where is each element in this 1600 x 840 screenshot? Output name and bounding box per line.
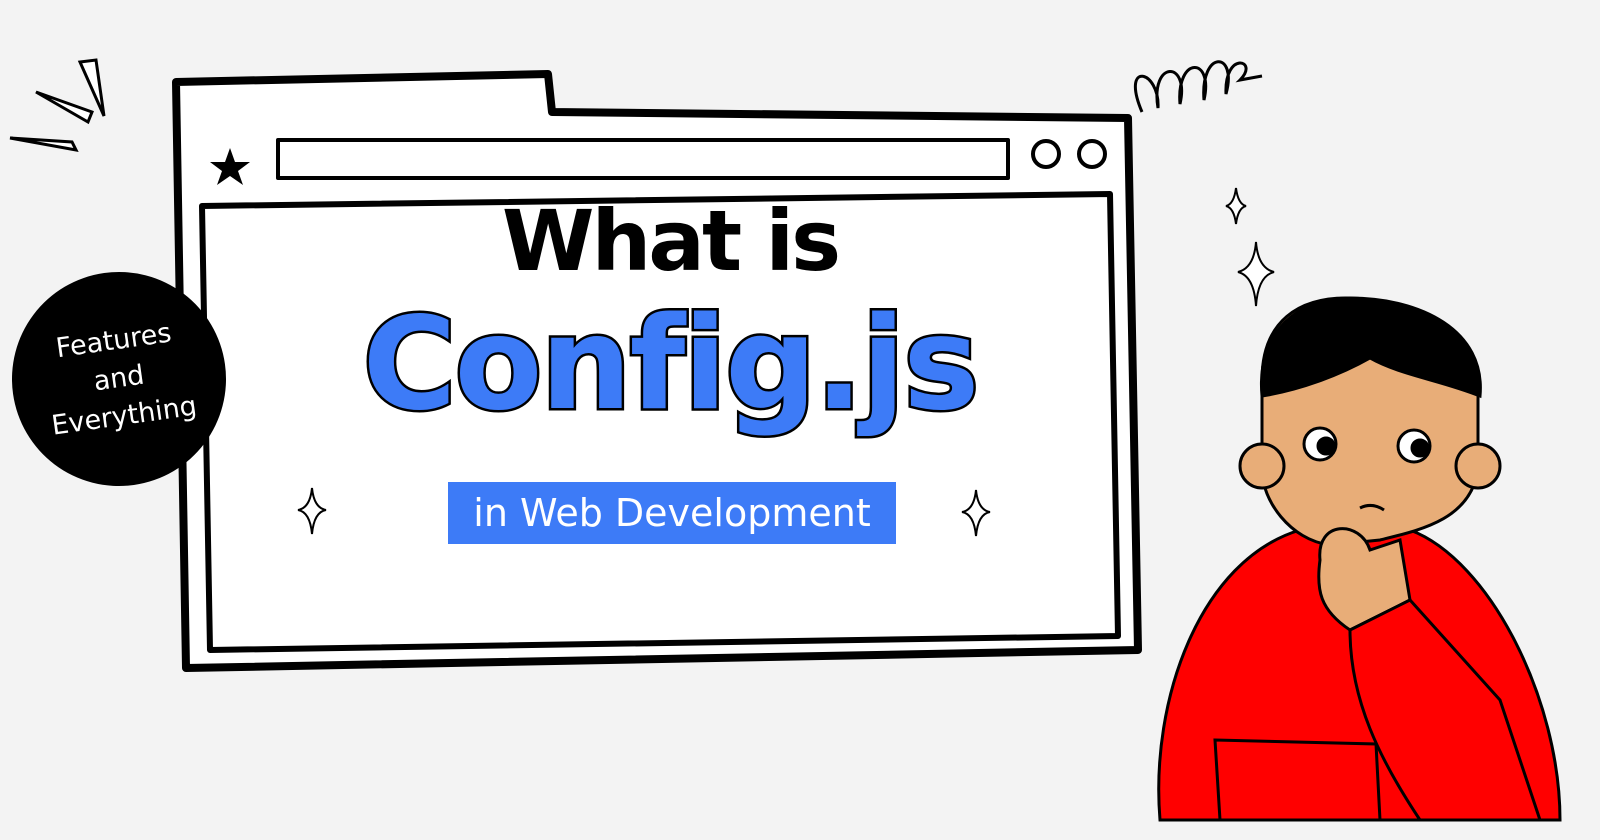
window-dot-icon (1077, 139, 1107, 169)
heading-line-1: What is (501, 192, 841, 290)
squiggle-icon (1134, 60, 1263, 113)
window-dot-icon (1031, 139, 1061, 169)
subtitle-banner: in Web Development (448, 482, 896, 544)
badge-line-3: Everything (49, 390, 199, 442)
burst-lines-icon (9, 58, 106, 153)
